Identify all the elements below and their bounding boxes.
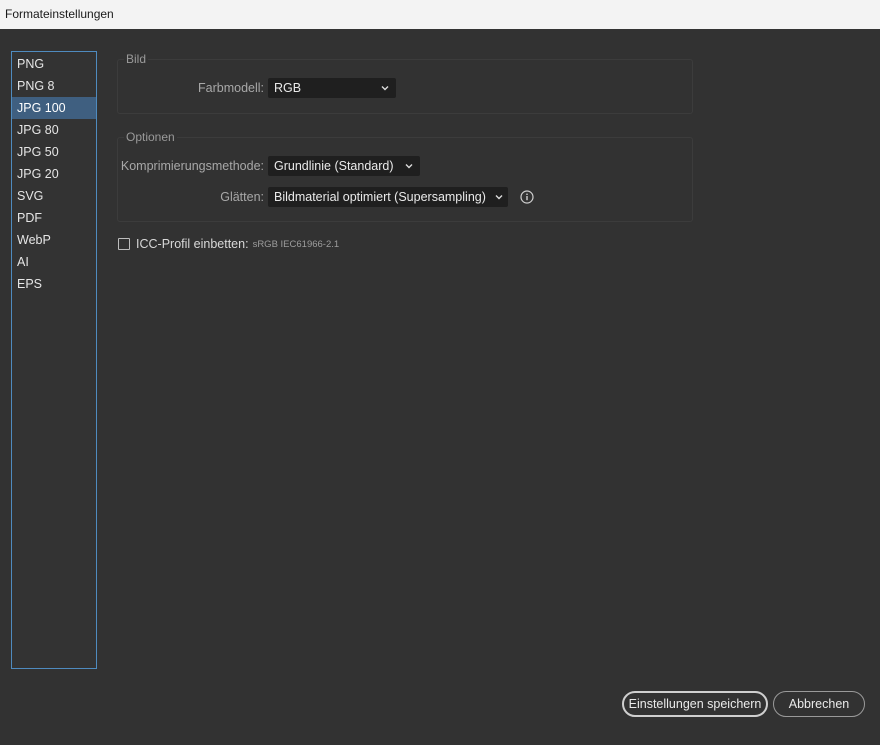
- format-item[interactable]: SVG: [12, 185, 96, 207]
- farbmodell-row: Farbmodell: RGB: [117, 77, 396, 99]
- farbmodell-select[interactable]: RGB: [268, 78, 396, 98]
- chevron-down-icon: [494, 192, 504, 202]
- window-title: Formateinstellungen: [5, 7, 114, 21]
- icc-checkbox[interactable]: [118, 238, 130, 250]
- chevron-down-icon: [380, 83, 390, 93]
- icc-label[interactable]: ICC-Profil einbetten:: [136, 237, 249, 251]
- format-item[interactable]: JPG 20: [12, 163, 96, 185]
- format-item[interactable]: JPG 100: [12, 97, 96, 119]
- format-item[interactable]: WebP: [12, 229, 96, 251]
- format-list: PNG PNG 8 JPG 100 JPG 80 JPG 50 JPG 20 SVG PDF W…: [11, 51, 97, 669]
- format-item[interactable]: PDF: [12, 207, 96, 229]
- icc-row: ICC-Profil einbetten: sRGB IEC61966-2.1: [118, 237, 339, 251]
- farbmodell-label: Farbmodell:: [198, 81, 264, 95]
- farbmodell-value: RGB: [274, 81, 302, 95]
- glaetten-row: Glätten: Bildmaterial optimiert (Supersa…: [117, 186, 534, 208]
- save-settings-button[interactable]: Einstellungen speichern: [622, 691, 768, 717]
- glaetten-value: Bildmaterial optimiert (Supersampling): [274, 190, 486, 204]
- bild-legend: Bild: [126, 52, 147, 66]
- kompression-value: Grundlinie (Standard): [274, 159, 394, 173]
- format-item[interactable]: AI: [12, 251, 96, 273]
- info-icon[interactable]: [520, 190, 534, 204]
- kompression-select[interactable]: Grundlinie (Standard): [268, 156, 420, 176]
- cancel-button[interactable]: Abbrechen: [773, 691, 865, 717]
- glaetten-select[interactable]: Bildmaterial optimiert (Supersampling): [268, 187, 508, 207]
- format-item[interactable]: PNG 8: [12, 75, 96, 97]
- format-item[interactable]: JPG 50: [12, 141, 96, 163]
- format-list-items: PNG PNG 8 JPG 100 JPG 80 JPG 50 JPG 20 SVG PDF W…: [12, 52, 96, 295]
- format-item[interactable]: JPG 80: [12, 119, 96, 141]
- glaetten-label: Glätten:: [220, 190, 264, 204]
- format-item[interactable]: PNG: [12, 53, 96, 75]
- kompression-row: Komprimierungsmethode: Grundlinie (Stand…: [117, 155, 420, 177]
- icc-profile-name: sRGB IEC61966-2.1: [252, 238, 340, 250]
- optionen-legend: Optionen: [126, 130, 175, 144]
- kompression-label: Komprimierungsmethode:: [120, 159, 264, 173]
- title-bar: Formateinstellungen: [0, 0, 880, 29]
- format-item[interactable]: EPS: [12, 273, 96, 295]
- chevron-down-icon: [404, 161, 414, 171]
